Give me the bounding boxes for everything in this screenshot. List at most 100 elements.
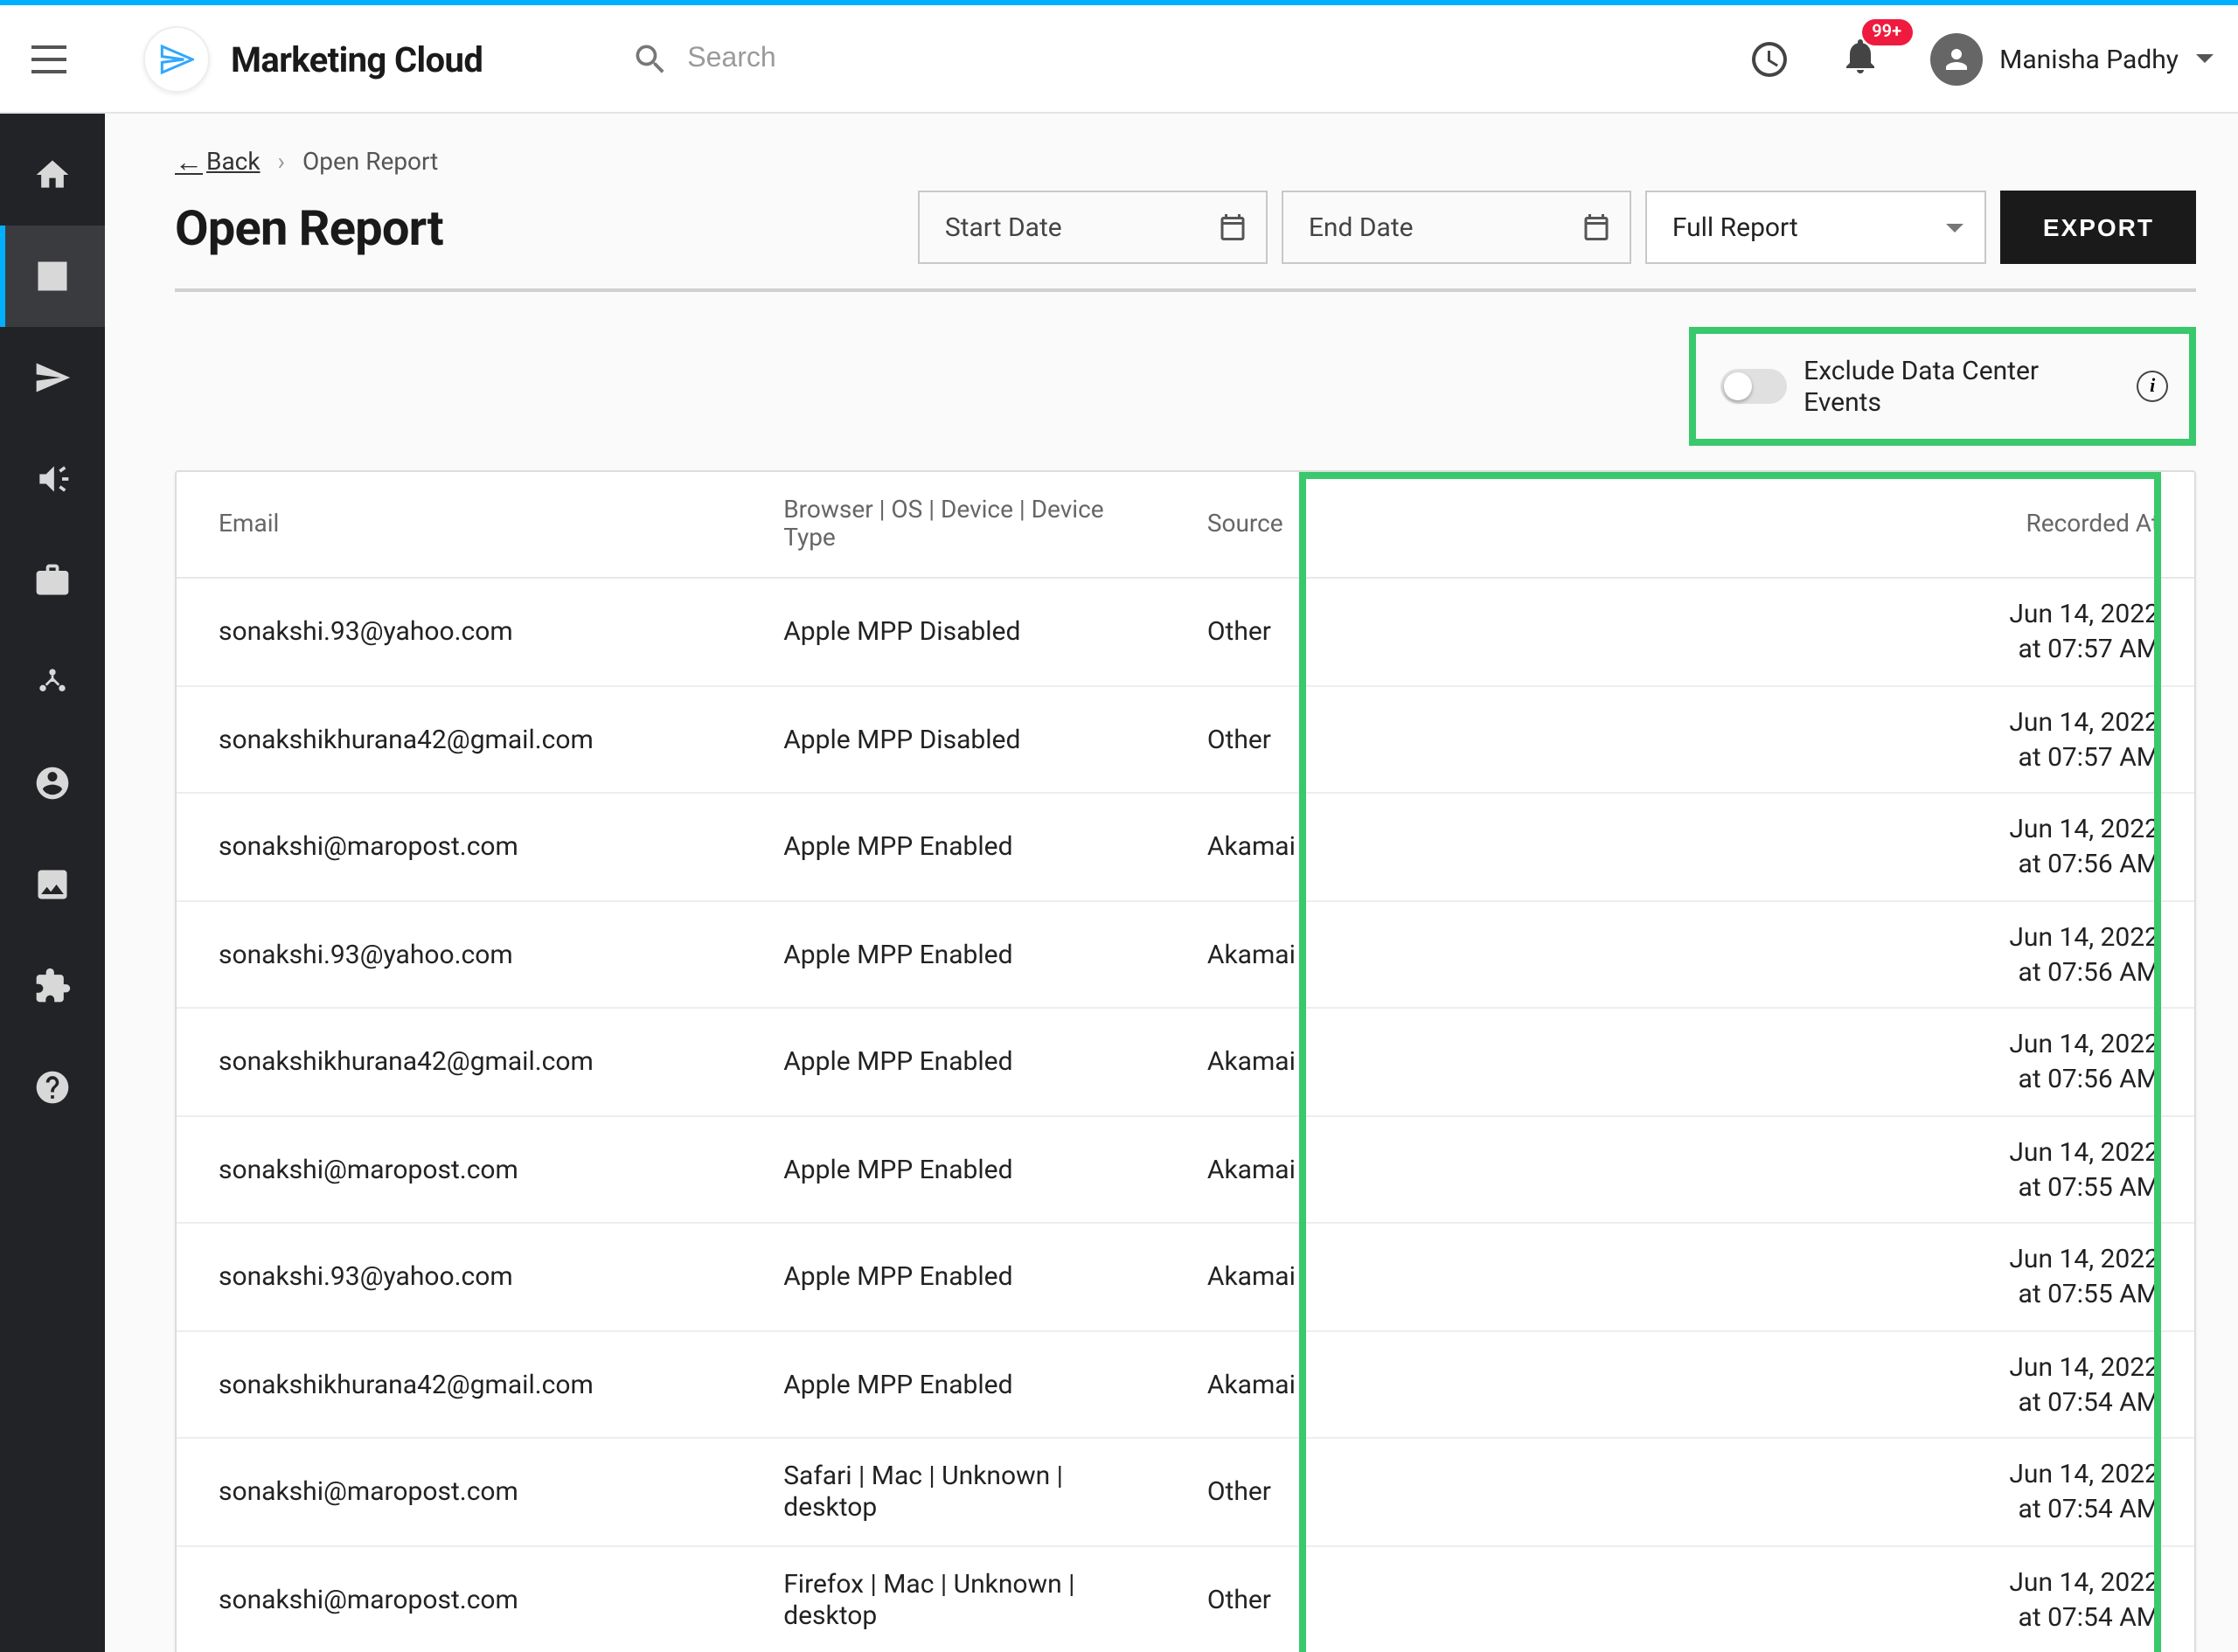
app-title: Marketing Cloud bbox=[231, 38, 483, 80]
sidebar-item-campaign[interactable] bbox=[0, 428, 105, 530]
report-type-value: Full Report bbox=[1672, 212, 1798, 243]
table-header-row: Email Browser | OS | Device | Device Typ… bbox=[177, 472, 2194, 578]
main-content: ←Back › Open Report Open Report Start Da… bbox=[105, 114, 2238, 1652]
cell-browser: Apple MPP Disabled bbox=[741, 578, 1165, 685]
paper-plane-icon bbox=[159, 41, 194, 76]
chevron-down-icon bbox=[2196, 54, 2214, 63]
cell-browser: Apple MPP Enabled bbox=[741, 793, 1165, 900]
sidebar-item-plugins[interactable] bbox=[0, 935, 105, 1037]
cell-recorded: Jun 14, 2022 at 07:54 AM bbox=[1790, 1545, 2194, 1652]
cell-browser: Apple MPP Enabled bbox=[741, 1008, 1165, 1115]
cell-browser: Apple MPP Enabled bbox=[741, 1330, 1165, 1438]
cell-source: Other bbox=[1165, 1545, 1790, 1652]
calendar-icon bbox=[1218, 212, 1249, 243]
sidebar-item-help[interactable] bbox=[0, 1037, 105, 1138]
cell-source: Other bbox=[1165, 1438, 1790, 1545]
back-link[interactable]: ←Back bbox=[175, 145, 261, 180]
divider bbox=[175, 288, 2196, 292]
report-type-select[interactable]: Full Report bbox=[1646, 191, 1987, 264]
col-recorded: Recorded At bbox=[1790, 472, 2194, 578]
cell-email: sonakshi@maropost.com bbox=[177, 793, 741, 900]
menu-icon[interactable] bbox=[31, 38, 73, 80]
cell-source: Other bbox=[1165, 685, 1790, 793]
table-row: sonakshi@maropost.comSafari | Mac | Unkn… bbox=[177, 1438, 2194, 1545]
end-date-input[interactable]: End Date bbox=[1282, 191, 1632, 264]
cell-recorded: Jun 14, 2022 at 07:56 AM bbox=[1790, 900, 2194, 1008]
cell-recorded: Jun 14, 2022 at 07:55 AM bbox=[1790, 1223, 2194, 1330]
end-date-placeholder: End Date bbox=[1309, 212, 1414, 243]
cell-source: Akamai bbox=[1165, 1223, 1790, 1330]
cell-source: Akamai bbox=[1165, 900, 1790, 1008]
sidebar bbox=[0, 114, 105, 1652]
cell-email: sonakshi.93@yahoo.com bbox=[177, 1223, 741, 1330]
search-box[interactable] bbox=[631, 39, 1037, 78]
sidebar-item-send[interactable] bbox=[0, 327, 105, 428]
exclude-datacenter-toggle[interactable] bbox=[1720, 369, 1786, 404]
user-menu[interactable]: Manisha Padhy bbox=[1929, 32, 2214, 85]
table-row: sonakshi@maropost.comApple MPP EnabledAk… bbox=[177, 1115, 2194, 1223]
start-date-placeholder: Start Date bbox=[945, 212, 1062, 243]
col-browser: Browser | OS | Device | Device Type bbox=[741, 472, 1165, 578]
cell-recorded: Jun 14, 2022 at 07:54 AM bbox=[1790, 1330, 2194, 1438]
cell-recorded: Jun 14, 2022 at 07:54 AM bbox=[1790, 1438, 2194, 1545]
sidebar-item-images[interactable] bbox=[0, 834, 105, 935]
exclude-datacenter-box: Exclude Data Center Events i bbox=[1689, 327, 2196, 446]
cell-source: Akamai bbox=[1165, 1330, 1790, 1438]
sidebar-item-hub[interactable] bbox=[0, 631, 105, 732]
cell-source: Akamai bbox=[1165, 1008, 1790, 1115]
breadcrumb: ←Back › Open Report bbox=[175, 145, 2196, 180]
cell-browser: Firefox | Mac | Unknown | desktop bbox=[741, 1545, 1165, 1652]
cell-browser: Apple MPP Enabled bbox=[741, 1223, 1165, 1330]
cell-source: Akamai bbox=[1165, 793, 1790, 900]
col-source: Source bbox=[1165, 472, 1790, 578]
cell-browser: Apple MPP Enabled bbox=[741, 1115, 1165, 1223]
user-name: Manisha Padhy bbox=[1999, 43, 2179, 74]
cell-recorded: Jun 14, 2022 at 07:57 AM bbox=[1790, 685, 2194, 793]
sidebar-item-home[interactable] bbox=[0, 124, 105, 226]
table-row: sonakshi.93@yahoo.comApple MPP DisabledO… bbox=[177, 578, 2194, 685]
app-logo[interactable] bbox=[143, 25, 210, 92]
cell-email: sonakshi@maropost.com bbox=[177, 1438, 741, 1545]
table-row: sonakshikhurana42@gmail.comApple MPP Ena… bbox=[177, 1008, 2194, 1115]
info-icon[interactable]: i bbox=[2137, 371, 2168, 402]
report-table: Email Browser | OS | Device | Device Typ… bbox=[175, 470, 2196, 1652]
notifications-button[interactable]: 99+ bbox=[1838, 34, 1880, 83]
table-row: sonakshi.93@yahoo.comApple MPP EnabledAk… bbox=[177, 1223, 2194, 1330]
cell-email: sonakshikhurana42@gmail.com bbox=[177, 685, 741, 793]
cell-browser: Apple MPP Disabled bbox=[741, 685, 1165, 793]
export-button[interactable]: EXPORT bbox=[2001, 191, 2196, 264]
sidebar-item-analytics[interactable] bbox=[0, 226, 105, 327]
cell-browser: Apple MPP Enabled bbox=[741, 900, 1165, 1008]
cell-email: sonakshi.93@yahoo.com bbox=[177, 578, 741, 685]
cell-recorded: Jun 14, 2022 at 07:55 AM bbox=[1790, 1115, 2194, 1223]
page-title: Open Report bbox=[175, 198, 443, 256]
app-header: Marketing Cloud 99+ Manisha Padhy bbox=[0, 5, 2238, 114]
cell-email: sonakshi@maropost.com bbox=[177, 1545, 741, 1652]
cell-email: sonakshi.93@yahoo.com bbox=[177, 900, 741, 1008]
search-icon bbox=[631, 39, 670, 78]
table-row: sonakshikhurana42@gmail.comApple MPP Ena… bbox=[177, 1330, 2194, 1438]
table-row: sonakshikhurana42@gmail.comApple MPP Dis… bbox=[177, 685, 2194, 793]
table-row: sonakshi.93@yahoo.comApple MPP EnabledAk… bbox=[177, 900, 2194, 1008]
cell-email: sonakshikhurana42@gmail.com bbox=[177, 1008, 741, 1115]
person-icon bbox=[1940, 43, 1971, 74]
cell-source: Akamai bbox=[1165, 1115, 1790, 1223]
sidebar-item-account[interactable] bbox=[0, 732, 105, 834]
search-input[interactable] bbox=[687, 43, 1037, 74]
cell-recorded: Jun 14, 2022 at 07:56 AM bbox=[1790, 1008, 2194, 1115]
cell-email: sonakshikhurana42@gmail.com bbox=[177, 1330, 741, 1438]
chevron-down-icon bbox=[1947, 223, 1964, 232]
toggle-label: Exclude Data Center Events bbox=[1804, 355, 2119, 418]
table-row: sonakshi@maropost.comApple MPP EnabledAk… bbox=[177, 793, 2194, 900]
cell-email: sonakshi@maropost.com bbox=[177, 1115, 741, 1223]
start-date-input[interactable]: Start Date bbox=[919, 191, 1268, 264]
col-email: Email bbox=[177, 472, 741, 578]
breadcrumb-separator: › bbox=[278, 149, 285, 177]
cell-source: Other bbox=[1165, 578, 1790, 685]
clock-icon[interactable] bbox=[1748, 38, 1790, 80]
sidebar-item-briefcase[interactable] bbox=[0, 530, 105, 631]
notification-badge: 99+ bbox=[1861, 18, 1912, 45]
breadcrumb-current: Open Report bbox=[302, 149, 438, 177]
avatar bbox=[1929, 32, 1982, 85]
cell-recorded: Jun 14, 2022 at 07:56 AM bbox=[1790, 793, 2194, 900]
